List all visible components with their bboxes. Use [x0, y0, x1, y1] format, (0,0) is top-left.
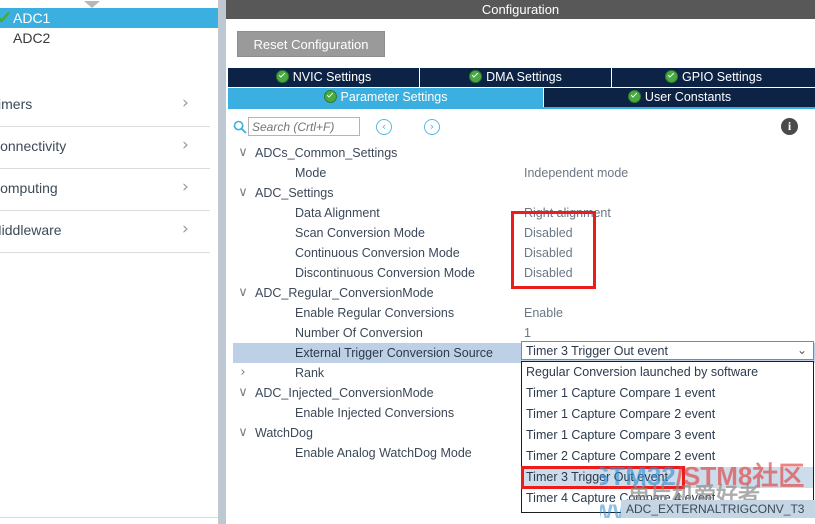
category-label: Timers: [0, 96, 33, 112]
tab-label: Parameter Settings: [340, 90, 448, 104]
check-icon: [0, 11, 10, 23]
green-check-icon: [627, 90, 641, 103]
tab-label: NVIC Settings: [292, 70, 372, 84]
tree-row-label: Data Alignment: [295, 206, 380, 220]
tree-row[interactable]: ∨ ADCs_Common_Settings: [233, 143, 815, 163]
peripheral-item-adc2[interactable]: ADC2: [0, 28, 218, 48]
page-title: Configuration: [226, 0, 815, 19]
dropdown-option[interactable]: Timer 1 Capture Compare 3 event: [522, 425, 813, 446]
chevron-right-icon: ›: [182, 219, 189, 239]
tree-row-label: ADC_Injected_ConversionMode: [255, 386, 434, 400]
green-check-icon: [469, 70, 483, 83]
tab-label: User Constants: [644, 90, 732, 104]
tree-row-label: Mode: [295, 166, 327, 180]
tree-row-value: 1: [524, 326, 531, 340]
tree-row-label: Rank: [295, 366, 325, 380]
tree-row-label: Enable Regular Conversions: [295, 306, 455, 320]
tab-label: DMA Settings: [486, 70, 562, 84]
tree-row-label: ADC_Regular_ConversionMode: [255, 286, 434, 300]
tab-underline: [228, 107, 815, 109]
tree-row-value: Enable: [524, 306, 563, 320]
combobox-value: Timer 3 Trigger Out event: [526, 344, 668, 358]
dropdown-option[interactable]: Regular Conversion launched by software: [522, 362, 813, 383]
green-check-icon: [665, 70, 679, 83]
peripheral-label: ADC2: [13, 30, 51, 46]
chevron-right-icon[interactable]: ›: [236, 363, 250, 383]
category-label: Connectivity: [0, 138, 67, 154]
nav-forward-icon[interactable]: ›: [424, 119, 440, 135]
tree-row-label: Number Of Conversion: [295, 326, 423, 340]
tree-row-value: Independent mode: [524, 166, 629, 180]
tab-dma-settings[interactable]: DMA Settings: [420, 68, 612, 87]
peripheral-tree-panel: ADC1 ADC2 Timers › Connectivity › Comput…: [0, 0, 219, 524]
sidebar-category-connectivity[interactable]: Connectivity ›: [0, 126, 210, 169]
reset-configuration-button[interactable]: Reset Configuration: [237, 31, 385, 57]
annotation-box-disabled-values: [511, 211, 596, 289]
dropdown-option[interactable]: Timer 2 Capture Compare 2 event: [522, 446, 813, 467]
chevron-down-icon[interactable]: ∨: [236, 283, 250, 303]
tree-row-label: Enable Injected Conversions: [295, 406, 455, 420]
peripheral-label: ADC1: [13, 10, 51, 26]
tree-row[interactable]: ∨ ADC_Settings: [233, 183, 815, 203]
tab-parameter-settings[interactable]: Parameter Settings: [228, 88, 544, 107]
chevron-right-icon: ›: [182, 177, 189, 197]
annotation-box-selected-option: [521, 466, 685, 489]
peripheral-item-adc1[interactable]: ADC1: [0, 8, 218, 28]
tree-row[interactable]: Mode Independent mode: [233, 163, 815, 183]
sidebar-category-timers[interactable]: Timers ›: [0, 84, 210, 127]
chevron-down-icon[interactable]: ∨: [236, 383, 250, 403]
tooltip-content: ADC_EXTERNALTRIGCONV_T3: [621, 500, 815, 518]
triangle-down-icon[interactable]: [84, 1, 100, 8]
tab-nvic-settings[interactable]: NVIC Settings: [228, 68, 420, 87]
tab-label: GPIO Settings: [682, 70, 762, 84]
chevron-down-icon[interactable]: ∨: [236, 183, 250, 203]
chevron-right-icon: ›: [182, 135, 189, 155]
tree-row[interactable]: Number Of Conversion 1: [233, 323, 815, 343]
sidebar-category-middleware[interactable]: Middleware ›: [0, 210, 210, 253]
chevron-down-icon[interactable]: ⌄: [797, 342, 807, 361]
nav-back-icon[interactable]: ‹: [376, 119, 392, 135]
tree-row-label: Discontinuous Conversion Mode: [295, 266, 475, 280]
tree-row-label: ADC_Settings: [255, 186, 334, 200]
sidebar-category-computing[interactable]: Computing ›: [0, 168, 210, 211]
external-trigger-source-dropdown[interactable]: Regular Conversion launched by software T…: [521, 361, 814, 513]
panel-splitter[interactable]: [219, 0, 442, 524]
category-label: Middleware: [0, 222, 62, 238]
tree-row-label: Scan Conversion Mode: [295, 226, 425, 240]
divider: [0, 517, 218, 518]
tree-row-label: ADCs_Common_Settings: [255, 146, 398, 160]
tab-gpio-settings[interactable]: GPIO Settings: [612, 68, 815, 87]
tab-user-constants[interactable]: User Constants: [544, 88, 815, 107]
chevron-down-icon[interactable]: ∨: [236, 143, 250, 163]
tree-row-label: WatchDog: [255, 426, 313, 440]
dropdown-option[interactable]: Timer 1 Capture Compare 1 event: [522, 383, 813, 404]
dropdown-option[interactable]: Timer 1 Capture Compare 2 event: [522, 404, 813, 425]
chevron-right-icon: ›: [182, 93, 189, 113]
external-trigger-source-combobox[interactable]: Timer 3 Trigger Out event ⌄: [521, 341, 814, 360]
info-icon[interactable]: i: [781, 118, 798, 135]
green-check-icon: [275, 70, 289, 83]
category-label: Computing: [0, 180, 58, 196]
search-input[interactable]: [248, 117, 360, 136]
green-check-icon: [323, 90, 337, 103]
tree-row[interactable]: Enable Regular Conversions Enable: [233, 303, 815, 323]
tree-row-label: External Trigger Conversion Source: [295, 346, 494, 360]
tree-row-label: Enable Analog WatchDog Mode: [295, 446, 472, 460]
chevron-down-icon[interactable]: ∨: [236, 423, 250, 443]
search-icon: [233, 120, 247, 134]
tree-row-label: Continuous Conversion Mode: [295, 246, 460, 260]
